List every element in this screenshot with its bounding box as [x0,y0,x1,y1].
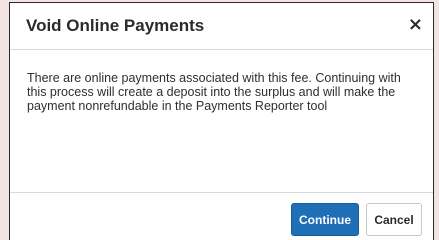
dialog-header: Void Online Payments × [10,3,433,50]
cancel-button[interactable]: Cancel [366,203,422,236]
dialog-title: Void Online Payments [26,16,205,35]
dialog-footer: Continue Cancel [10,192,433,240]
close-icon[interactable]: × [408,16,423,34]
void-online-payments-dialog: Void Online Payments × There are online … [9,2,434,240]
dialog-message: There are online payments associated wit… [27,71,401,113]
continue-button[interactable]: Continue [291,203,359,236]
